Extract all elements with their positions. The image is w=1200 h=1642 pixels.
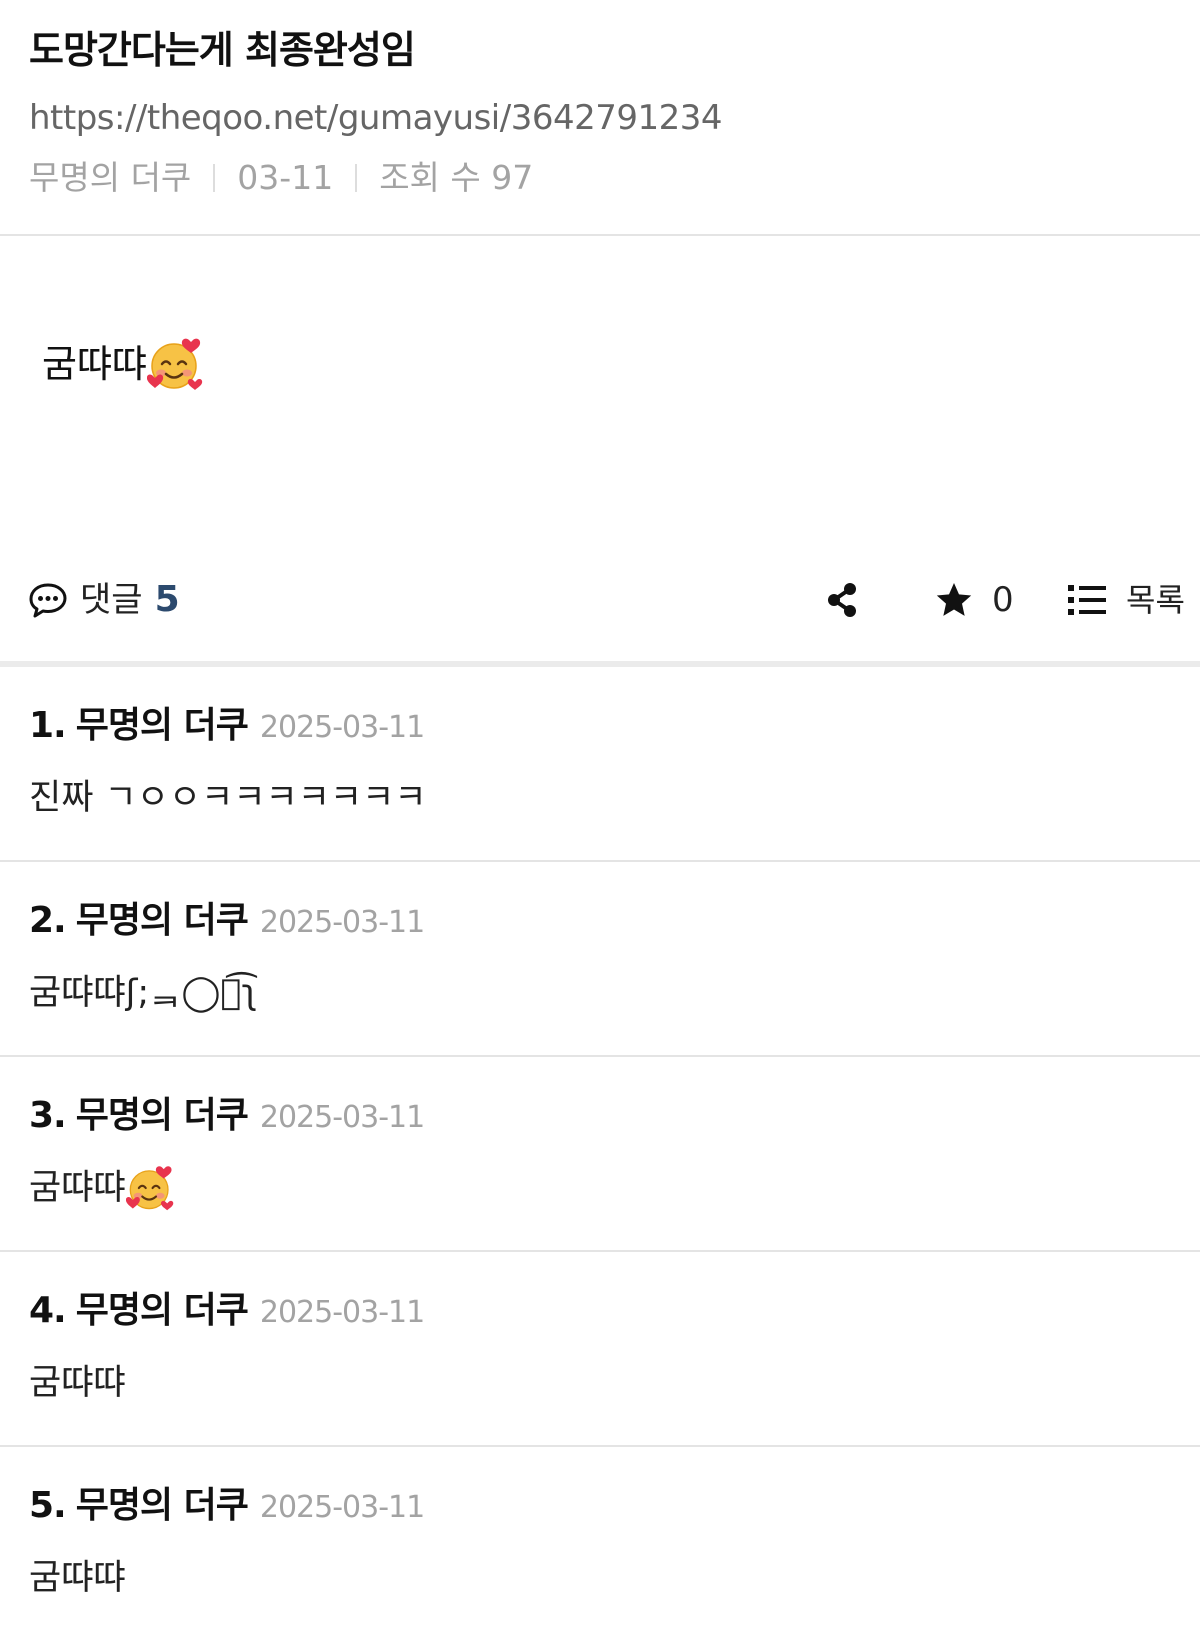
comment-header: 3. 무명의 더쿠 2025-03-11 xyxy=(29,1091,425,1143)
comment-count-number: 5 xyxy=(154,579,180,620)
comment-number: 5. xyxy=(29,1485,67,1526)
comment-date: 2025-03-11 xyxy=(259,1490,425,1525)
comment-number: 3. xyxy=(29,1095,67,1136)
comment-date: 2025-03-11 xyxy=(259,905,425,940)
comment-item: 3. 무명의 더쿠 2025-03-11 굼땨땨 xyxy=(0,1057,1200,1252)
post-body-text: 굼땨땨 xyxy=(42,342,147,386)
smiling-face-with-hearts-icon xyxy=(126,1164,174,1212)
comment-header: 2. 무명의 더쿠 2025-03-11 xyxy=(29,896,425,948)
comment-text: 진짜 ㄱㅇㅇㅋㅋㅋㅋㅋㅋㅋ xyxy=(29,778,427,818)
comment-author: 무명의 더쿠 xyxy=(75,900,249,941)
star-button[interactable]: 0 xyxy=(934,578,1014,622)
post-body: 굼땨땨 xyxy=(42,336,203,392)
comment-author: 무명의 더쿠 xyxy=(75,1095,249,1136)
comment-item: 4. 무명의 더쿠 2025-03-11 굼땨땨 xyxy=(0,1252,1200,1447)
comment-count[interactable]: 댓글 5 xyxy=(28,578,180,622)
comment-list: 1. 무명의 더쿠 2025-03-11 진짜 ㄱㅇㅇㅋㅋㅋㅋㅋㅋㅋ 2. 무명… xyxy=(0,667,1200,1642)
comment-author: 무명의 더쿠 xyxy=(75,1485,249,1526)
share-icon[interactable] xyxy=(822,580,862,620)
post-views: 조회 수 97 xyxy=(379,158,534,197)
comment-header: 5. 무명의 더쿠 2025-03-11 xyxy=(29,1481,425,1533)
comment-item: 5. 무명의 더쿠 2025-03-11 굼땨땨 xyxy=(0,1447,1200,1642)
comment-text: 굼땨땨ʃ;ᆿ◯ᆿ͡ʅ xyxy=(29,973,258,1013)
post-header: 도망간다는게 최종완성임 https://theqoo.net/gumayusi… xyxy=(0,0,1200,236)
speech-bubble-icon xyxy=(29,583,67,618)
post-date: 03-11 xyxy=(237,158,334,197)
comment-body: 굼땨땨 xyxy=(29,1163,174,1213)
star-icon xyxy=(936,583,972,616)
comment-item: 1. 무명의 더쿠 2025-03-11 진짜 ㄱㅇㅇㅋㅋㅋㅋㅋㅋㅋ xyxy=(0,667,1200,862)
list-icon xyxy=(1068,585,1106,615)
list-button[interactable]: 목록 xyxy=(1068,578,1185,622)
comment-header: 1. 무명의 더쿠 2025-03-11 xyxy=(29,701,425,753)
comment-date: 2025-03-11 xyxy=(259,1295,425,1330)
post-url[interactable]: https://theqoo.net/gumayusi/3642791234 xyxy=(29,96,723,140)
post-author: 무명의 더쿠 xyxy=(29,158,192,197)
comment-text: 굼땨땨 xyxy=(29,1363,126,1403)
meta-divider xyxy=(355,164,358,192)
comment-item: 2. 무명의 더쿠 2025-03-11 굼땨땨ʃ;ᆿ◯ᆿ͡ʅ xyxy=(0,862,1200,1057)
comment-author: 무명의 더쿠 xyxy=(75,705,249,746)
star-count: 0 xyxy=(992,580,1014,620)
list-label: 목록 xyxy=(1126,581,1185,619)
smiling-face-with-hearts-icon xyxy=(147,336,203,392)
comment-number: 4. xyxy=(29,1290,67,1331)
meta-divider xyxy=(213,164,216,192)
comment-date: 2025-03-11 xyxy=(259,710,425,745)
post-actions-bar: 댓글 5 0 목록 xyxy=(0,560,1200,642)
comment-date: 2025-03-11 xyxy=(259,1100,425,1135)
post-meta: 무명의 더쿠 03-11 조회 수 97 xyxy=(29,156,533,200)
comment-text: 굼땨땨 xyxy=(29,1558,126,1598)
comment-author: 무명의 더쿠 xyxy=(75,1290,249,1331)
comment-header: 4. 무명의 더쿠 2025-03-11 xyxy=(29,1286,425,1338)
comment-number: 1. xyxy=(29,705,67,746)
comment-text: 굼땨땨 xyxy=(29,1168,126,1208)
post-title: 도망간다는게 최종완성임 xyxy=(29,28,416,72)
comment-label: 댓글 xyxy=(80,580,143,620)
comment-number: 2. xyxy=(29,900,67,941)
